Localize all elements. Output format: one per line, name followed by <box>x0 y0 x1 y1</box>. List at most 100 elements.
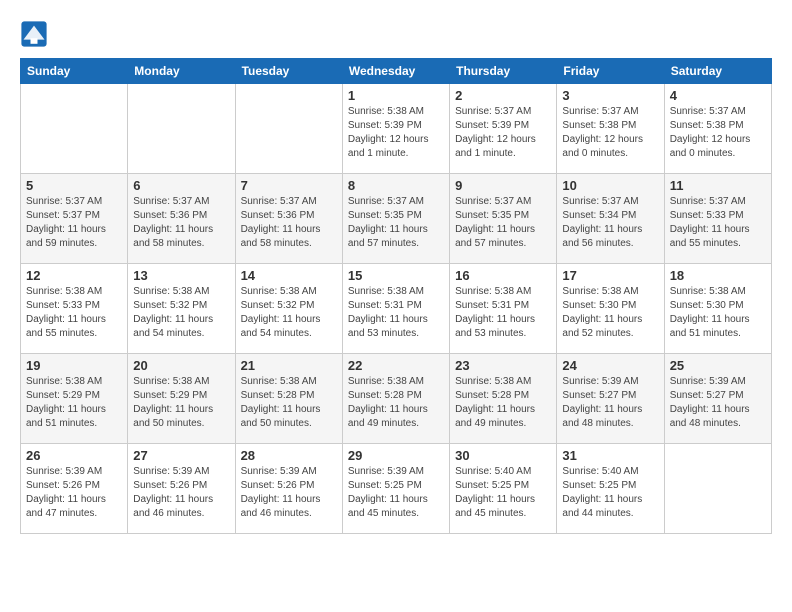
day-number: 21 <box>241 358 337 373</box>
day-number: 24 <box>562 358 658 373</box>
day-info: Sunrise: 5:37 AM Sunset: 5:35 PM Dayligh… <box>455 195 551 251</box>
day-info: Sunrise: 5:37 AM Sunset: 5:39 PM Dayligh… <box>455 105 551 161</box>
day-info: Sunrise: 5:38 AM Sunset: 5:28 PM Dayligh… <box>348 375 444 431</box>
day-number: 7 <box>241 178 337 193</box>
calendar-cell: 6Sunrise: 5:37 AM Sunset: 5:36 PM Daylig… <box>128 174 235 264</box>
day-number: 10 <box>562 178 658 193</box>
day-info: Sunrise: 5:39 AM Sunset: 5:26 PM Dayligh… <box>26 465 122 521</box>
day-info: Sunrise: 5:39 AM Sunset: 5:27 PM Dayligh… <box>670 375 766 431</box>
day-number: 12 <box>26 268 122 283</box>
day-number: 8 <box>348 178 444 193</box>
header-saturday: Saturday <box>664 59 771 84</box>
day-info: Sunrise: 5:37 AM Sunset: 5:38 PM Dayligh… <box>670 105 766 161</box>
day-info: Sunrise: 5:38 AM Sunset: 5:28 PM Dayligh… <box>241 375 337 431</box>
day-number: 9 <box>455 178 551 193</box>
day-number: 19 <box>26 358 122 373</box>
calendar-cell: 27 Sunrise: 5:39 AM Sunset: 5:26 PM Dayli… <box>128 444 235 534</box>
calendar-cell: 19 Sunrise: 5:38 AM Sunset: 5:29 PM Dayli… <box>21 354 128 444</box>
day-info: Sunrise: 5:38 AM Sunset: 5:31 PM Dayligh… <box>348 285 444 341</box>
calendar-cell: 15 Sunrise: 5:38 AM Sunset: 5:31 PM Dayli… <box>342 264 449 354</box>
day-number: 27 <box>133 448 229 463</box>
day-number: 1 <box>348 88 444 103</box>
day-info: Sunrise: 5:37 AM Sunset: 5:36 PM Dayligh… <box>133 195 229 251</box>
calendar-cell: 10Sunrise: 5:37 AM Sunset: 5:34 PM Dayli… <box>557 174 664 264</box>
day-info: Sunrise: 5:38 AM Sunset: 5:32 PM Dayligh… <box>133 285 229 341</box>
day-number: 30 <box>455 448 551 463</box>
day-info: Sunrise: 5:37 AM Sunset: 5:38 PM Dayligh… <box>562 105 658 161</box>
page-header <box>20 20 772 48</box>
calendar-week-row: 19 Sunrise: 5:38 AM Sunset: 5:29 PM Dayli… <box>21 354 772 444</box>
day-info: Sunrise: 5:39 AM Sunset: 5:26 PM Dayligh… <box>133 465 229 521</box>
day-number: 14 <box>241 268 337 283</box>
day-info: Sunrise: 5:40 AM Sunset: 5:25 PM Dayligh… <box>455 465 551 521</box>
calendar-table: Sunday Monday Tuesday Wednesday Thursday… <box>20 58 772 534</box>
calendar-cell <box>664 444 771 534</box>
day-info: Sunrise: 5:38 AM Sunset: 5:30 PM Dayligh… <box>562 285 658 341</box>
day-info: Sunrise: 5:38 AM Sunset: 5:29 PM Dayligh… <box>133 375 229 431</box>
day-info: Sunrise: 5:37 AM Sunset: 5:33 PM Dayligh… <box>670 195 766 251</box>
day-info: Sunrise: 5:38 AM Sunset: 5:30 PM Dayligh… <box>670 285 766 341</box>
calendar-cell <box>128 84 235 174</box>
calendar-cell: 28 Sunrise: 5:39 AM Sunset: 5:26 PM Dayli… <box>235 444 342 534</box>
day-number: 2 <box>455 88 551 103</box>
day-info: Sunrise: 5:40 AM Sunset: 5:25 PM Dayligh… <box>562 465 658 521</box>
calendar-week-row: 12Sunrise: 5:38 AM Sunset: 5:33 PM Dayli… <box>21 264 772 354</box>
logo <box>20 20 50 48</box>
day-info: Sunrise: 5:38 AM Sunset: 5:32 PM Dayligh… <box>241 285 337 341</box>
calendar-week-row: 5 Sunrise: 5:37 AM Sunset: 5:37 PM Daylig… <box>21 174 772 264</box>
day-number: 4 <box>670 88 766 103</box>
calendar-week-row: 1 Sunrise: 5:38 AM Sunset: 5:39 PM Daylig… <box>21 84 772 174</box>
day-info: Sunrise: 5:39 AM Sunset: 5:27 PM Dayligh… <box>562 375 658 431</box>
calendar-header: Sunday Monday Tuesday Wednesday Thursday… <box>21 59 772 84</box>
calendar-cell: 30 Sunrise: 5:40 AM Sunset: 5:25 PM Dayli… <box>450 444 557 534</box>
calendar-cell: 9 Sunrise: 5:37 AM Sunset: 5:35 PM Daylig… <box>450 174 557 264</box>
calendar-cell: 22 Sunrise: 5:38 AM Sunset: 5:28 PM Dayli… <box>342 354 449 444</box>
calendar-cell: 4 Sunrise: 5:37 AM Sunset: 5:38 PM Daylig… <box>664 84 771 174</box>
header-thursday: Thursday <box>450 59 557 84</box>
day-info: Sunrise: 5:38 AM Sunset: 5:29 PM Dayligh… <box>26 375 122 431</box>
calendar-cell: 23 Sunrise: 5:38 AM Sunset: 5:28 PM Dayli… <box>450 354 557 444</box>
day-number: 22 <box>348 358 444 373</box>
calendar-cell: 12Sunrise: 5:38 AM Sunset: 5:33 PM Dayli… <box>21 264 128 354</box>
calendar-cell: 21 Sunrise: 5:38 AM Sunset: 5:28 PM Dayli… <box>235 354 342 444</box>
calendar-cell: 17 Sunrise: 5:38 AM Sunset: 5:30 PM Dayli… <box>557 264 664 354</box>
calendar-cell: 18 Sunrise: 5:38 AM Sunset: 5:30 PM Dayli… <box>664 264 771 354</box>
calendar-cell: 13 Sunrise: 5:38 AM Sunset: 5:32 PM Dayli… <box>128 264 235 354</box>
day-info: Sunrise: 5:37 AM Sunset: 5:37 PM Dayligh… <box>26 195 122 251</box>
calendar-cell: 1 Sunrise: 5:38 AM Sunset: 5:39 PM Daylig… <box>342 84 449 174</box>
day-info: Sunrise: 5:37 AM Sunset: 5:35 PM Dayligh… <box>348 195 444 251</box>
day-info: Sunrise: 5:39 AM Sunset: 5:25 PM Dayligh… <box>348 465 444 521</box>
calendar-cell: 29Sunrise: 5:39 AM Sunset: 5:25 PM Dayli… <box>342 444 449 534</box>
day-number: 15 <box>348 268 444 283</box>
day-number: 20 <box>133 358 229 373</box>
day-info: Sunrise: 5:38 AM Sunset: 5:39 PM Dayligh… <box>348 105 444 161</box>
calendar-cell: 2 Sunrise: 5:37 AM Sunset: 5:39 PM Daylig… <box>450 84 557 174</box>
day-number: 13 <box>133 268 229 283</box>
day-number: 17 <box>562 268 658 283</box>
day-info: Sunrise: 5:38 AM Sunset: 5:28 PM Dayligh… <box>455 375 551 431</box>
day-info: Sunrise: 5:39 AM Sunset: 5:26 PM Dayligh… <box>241 465 337 521</box>
day-number: 25 <box>670 358 766 373</box>
day-info: Sunrise: 5:37 AM Sunset: 5:36 PM Dayligh… <box>241 195 337 251</box>
header-tuesday: Tuesday <box>235 59 342 84</box>
day-number: 31 <box>562 448 658 463</box>
calendar-cell: 8 Sunrise: 5:37 AM Sunset: 5:35 PM Daylig… <box>342 174 449 264</box>
calendar-week-row: 26 Sunrise: 5:39 AM Sunset: 5:26 PM Dayli… <box>21 444 772 534</box>
day-number: 11 <box>670 178 766 193</box>
day-number: 28 <box>241 448 337 463</box>
day-number: 5 <box>26 178 122 193</box>
header-wednesday: Wednesday <box>342 59 449 84</box>
logo-icon <box>20 20 48 48</box>
calendar-cell: 16Sunrise: 5:38 AM Sunset: 5:31 PM Dayli… <box>450 264 557 354</box>
day-number: 23 <box>455 358 551 373</box>
calendar-cell: 31 Sunrise: 5:40 AM Sunset: 5:25 PM Dayli… <box>557 444 664 534</box>
calendar-cell: 14 Sunrise: 5:38 AM Sunset: 5:32 PM Dayli… <box>235 264 342 354</box>
day-number: 18 <box>670 268 766 283</box>
header-monday: Monday <box>128 59 235 84</box>
day-number: 26 <box>26 448 122 463</box>
calendar-cell: 25 Sunrise: 5:39 AM Sunset: 5:27 PM Dayli… <box>664 354 771 444</box>
day-number: 3 <box>562 88 658 103</box>
header-friday: Friday <box>557 59 664 84</box>
calendar-cell <box>235 84 342 174</box>
calendar-cell: 24 Sunrise: 5:39 AM Sunset: 5:27 PM Dayli… <box>557 354 664 444</box>
